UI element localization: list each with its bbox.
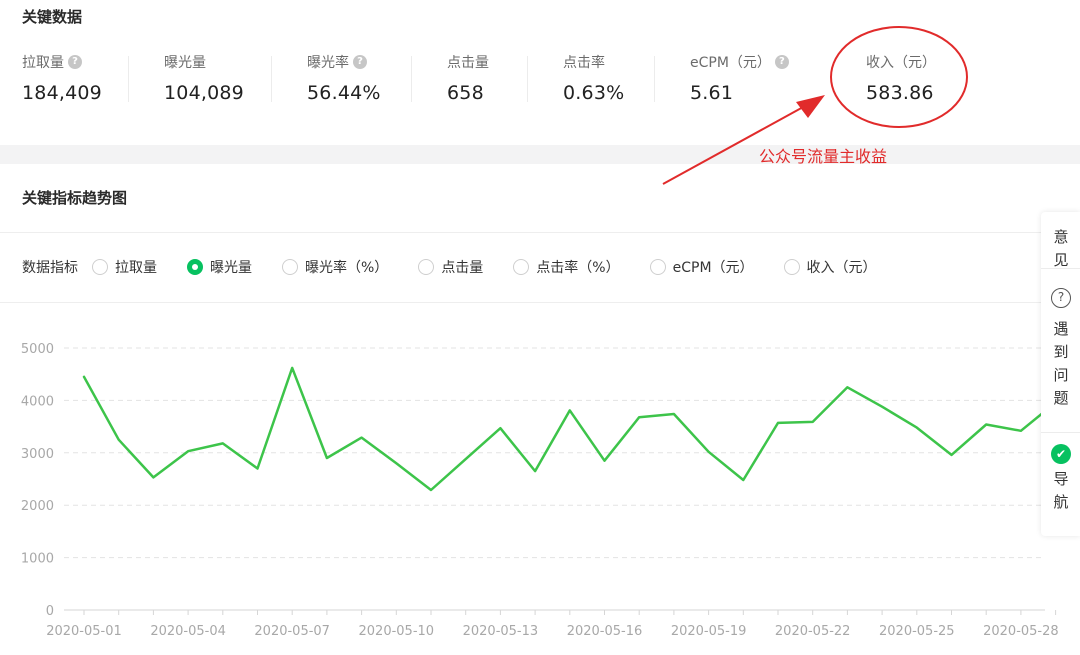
radio-unchecked[interactable] (418, 259, 435, 275)
question-circle-icon[interactable]: ? (1051, 288, 1071, 308)
feedback-button[interactable]: 意见 (1052, 226, 1070, 272)
metric-value: 583.86 (866, 82, 934, 104)
metric-label: 曝光率? (307, 52, 381, 72)
metric-value: 0.63% (563, 82, 625, 104)
radio-unchecked[interactable] (783, 259, 800, 275)
metric-label-text: 点击量 (447, 55, 489, 71)
metric-option[interactable]: 点击量 (418, 257, 483, 277)
metric-label-text: 拉取量 (22, 55, 64, 71)
metric-item: 点击率 0.63% (563, 52, 624, 112)
metric-option[interactable]: 拉取量 (92, 257, 157, 277)
annotation-text: 公众号流量主收益 (759, 147, 888, 166)
radio-unchecked[interactable] (649, 259, 666, 275)
metric-label: eCPM（元）? (690, 52, 789, 72)
metric-divider (527, 56, 528, 102)
metric-value: 56.44% (307, 82, 381, 104)
panel-separator (1041, 268, 1080, 269)
metric-label: 点击量 (447, 52, 489, 72)
metric-option-label: eCPM（元） (672, 260, 754, 276)
metric-value: 658 (447, 82, 484, 104)
metric-divider (411, 56, 412, 102)
metric-option[interactable]: 点击率（%） (513, 257, 620, 277)
key-data-card: 关键数据 拉取量? 184,409 曝光量 104,089 曝光率? 56.44% 点击量 6… (0, 0, 1080, 145)
metric-item: 收入（元） 583.86 (866, 52, 936, 112)
trend-divider-bottom (0, 302, 1080, 303)
metric-label: 点击率 (563, 52, 624, 72)
metric-item: 曝光率? 56.44% (307, 52, 381, 112)
metric-value: 104,089 (164, 82, 244, 104)
metric-label-text: 曝光率 (307, 55, 349, 71)
page: 关键数据 拉取量? 184,409 曝光量 104,089 曝光率? 56.44% 点击量 6… (0, 0, 1080, 655)
panel-separator (1041, 432, 1080, 433)
radio-unchecked[interactable] (282, 259, 298, 275)
trend-card: 关键指标趋势图 数据指标 拉取量 曝光量 曝光率（%） 点击量 点击率（%） eCPM（元… (0, 164, 1080, 655)
metric-option-label: 点击率（%） (536, 260, 620, 276)
metric-value: 184,409 (22, 82, 102, 104)
metric-label-text: 点击率 (563, 55, 605, 71)
help-button[interactable]: 遇到问题 (1052, 318, 1070, 410)
radio-unchecked[interactable] (92, 259, 108, 275)
metric-item: 拉取量? 184,409 (22, 52, 102, 112)
metric-label: 拉取量? (22, 52, 102, 72)
metric-item: eCPM（元）? 5.61 (690, 52, 789, 112)
nav-button[interactable]: 导航 (1052, 468, 1070, 514)
help-icon[interactable]: ? (774, 55, 789, 69)
metric-label: 收入（元） (866, 52, 936, 72)
metric-label-text: eCPM（元） (690, 55, 771, 71)
trend-divider-top (0, 232, 1080, 233)
metric-label-text: 曝光量 (164, 55, 206, 71)
key-data-title: 关键数据 (22, 8, 83, 26)
metric-divider (654, 56, 655, 102)
metric-option-label: 曝光量 (210, 260, 252, 276)
help-icon[interactable]: ? (353, 55, 367, 69)
metrics-row: 拉取量? 184,409 曝光量 104,089 曝光率? 56.44% 点击量 658 点击率… (0, 52, 1080, 112)
metric-option[interactable]: 收入（元） (783, 257, 877, 277)
metric-selector: 数据指标 拉取量 曝光量 曝光率（%） 点击量 点击率（%） eCPM（元） 收入（元） (22, 256, 907, 278)
radio-checked[interactable] (187, 259, 203, 275)
metric-option-label: 拉取量 (115, 260, 157, 276)
metric-option-label: 曝光率（%） (305, 260, 389, 276)
metric-label: 曝光量 (164, 52, 244, 72)
metric-selector-label: 数据指标 (22, 260, 78, 276)
nav-logo-icon[interactable]: ✔ (1051, 444, 1071, 464)
metric-option-label: 点击量 (441, 260, 484, 276)
metric-option[interactable]: 曝光量 (187, 257, 252, 277)
metric-value: 5.61 (690, 82, 734, 104)
metric-item: 曝光量 104,089 (164, 52, 244, 112)
metric-option-label: 收入（元） (806, 260, 877, 276)
metric-option[interactable]: eCPM（元） (649, 257, 754, 277)
trend-title: 关键指标趋势图 (22, 189, 128, 207)
metric-label-text: 收入（元） (866, 55, 936, 71)
floating-side-panel: 意见 ? 遇到问题 ✔ 导航 (1041, 212, 1080, 536)
metric-option[interactable]: 曝光率（%） (282, 257, 388, 277)
metric-divider (128, 56, 129, 102)
help-icon[interactable]: ? (68, 55, 82, 69)
metric-item: 点击量 658 (447, 52, 489, 112)
metric-divider (271, 56, 272, 102)
radio-unchecked[interactable] (513, 259, 530, 275)
